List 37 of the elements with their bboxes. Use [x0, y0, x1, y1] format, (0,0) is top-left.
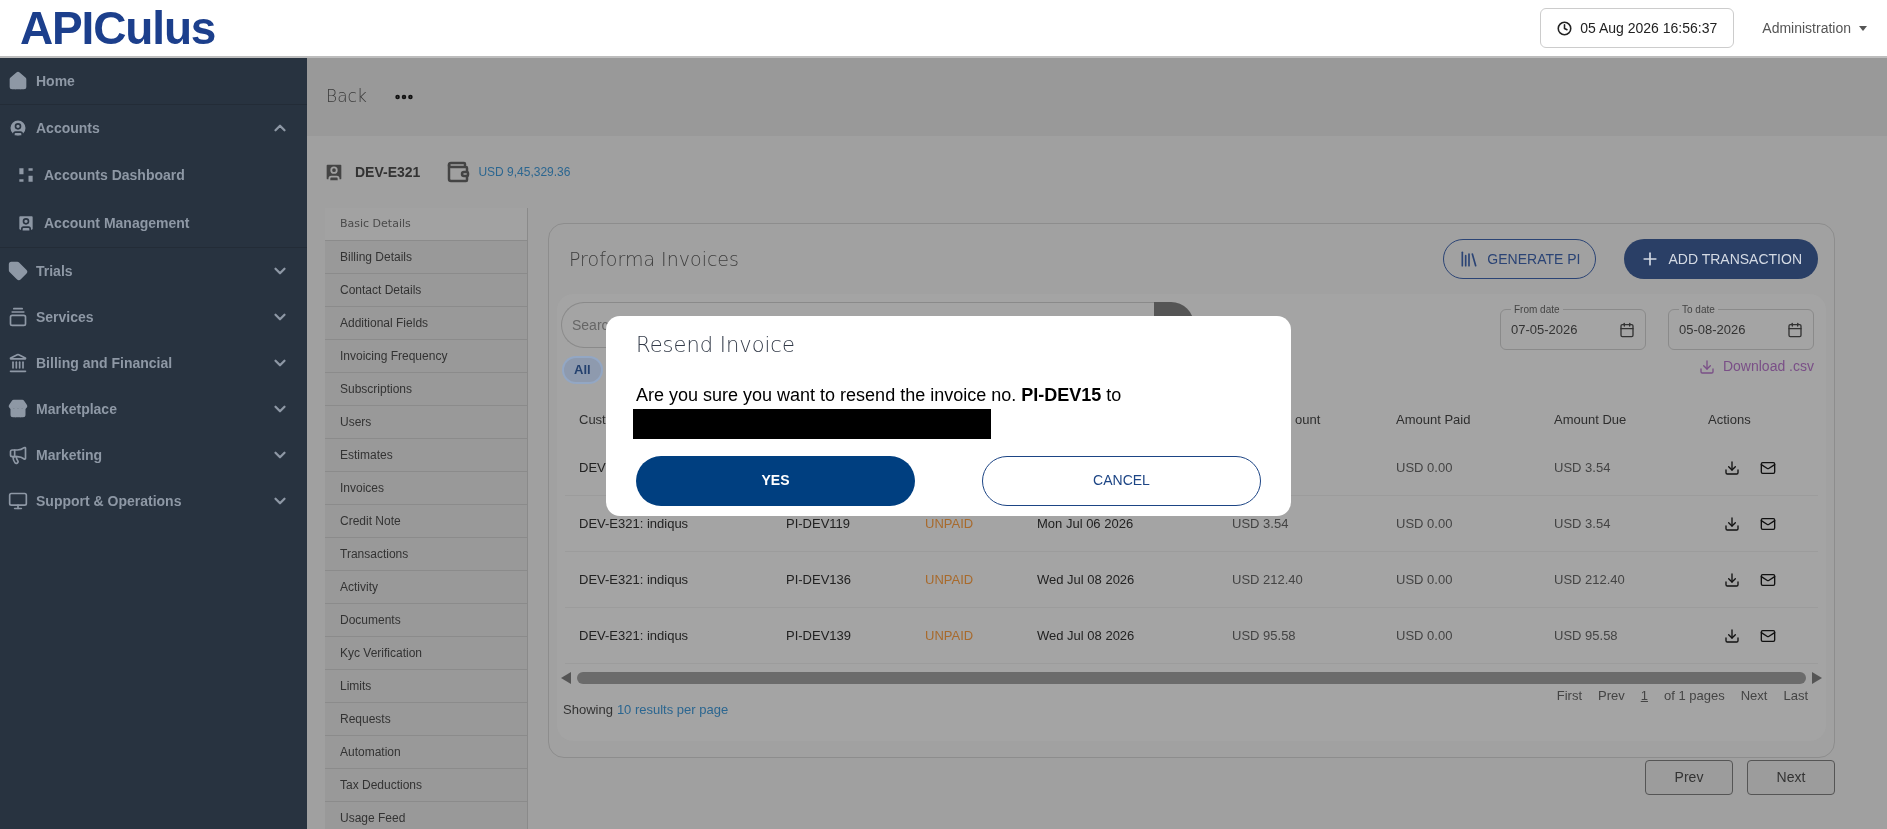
- column-header: ount: [1295, 412, 1321, 428]
- table-cell: DEV: [579, 459, 606, 475]
- column-header: Actions: [1708, 412, 1751, 428]
- table-cell: USD 3.54: [1554, 515, 1611, 531]
- table-cell: DEV-E321: indiqus: [579, 571, 689, 587]
- table-cell: USD 212.40: [1232, 571, 1303, 587]
- table-cell: PI-DEV119: [786, 515, 851, 531]
- column-header: Amount Due: [1554, 412, 1627, 428]
- logo: APICulus: [20, 5, 216, 51]
- showing-label: Showing: [563, 701, 613, 719]
- table-cell: USD 0.00: [1396, 627, 1453, 643]
- table-cell: USD 95.58: [1232, 627, 1296, 643]
- card-title: Proforma Invoices: [569, 246, 740, 272]
- table-cell: DEV-E321: indiqus: [579, 627, 689, 643]
- table-cell: USD 0.00: [1396, 515, 1453, 531]
- table-cell: USD 3.54: [1554, 459, 1611, 475]
- table-cell: USD 0.00: [1396, 571, 1453, 587]
- table-cell: Wed Jul 08 2026: [1037, 627, 1135, 643]
- table-cell: Wed Jul 08 2026: [1037, 571, 1135, 587]
- table-cell: UNPAID: [925, 571, 974, 587]
- table-cell: PI-DEV136: [786, 571, 852, 587]
- column-header: Amount Paid: [1396, 412, 1471, 428]
- account-balance: USD 9,45,329.36: [478, 164, 571, 181]
- table-cell: USD 212.40: [1554, 571, 1625, 587]
- dialog-message: Are you sure you want to resend the invoice no. PI-DEV15 to: [636, 383, 1123, 407]
- table-cell: USD 0.00: [1396, 459, 1453, 475]
- account-id: DEV-E321: [355, 162, 421, 182]
- table-cell: Mon Jul 06 2026: [1037, 515, 1134, 531]
- dialog-title: Resend Invoice: [636, 332, 796, 359]
- table-cell: USD 95.58: [1554, 627, 1618, 643]
- table-cell: UNPAID: [925, 627, 974, 643]
- table-cell: DEV-E321: indiqus: [579, 515, 689, 531]
- clock-time: 05 Aug 2026 16:56:37: [1580, 18, 1718, 38]
- table-cell: PI-DEV139: [786, 627, 852, 643]
- table-cell: USD 3.54: [1232, 515, 1289, 531]
- column-header: Cust: [579, 412, 606, 428]
- table-cell: UNPAID: [925, 515, 974, 531]
